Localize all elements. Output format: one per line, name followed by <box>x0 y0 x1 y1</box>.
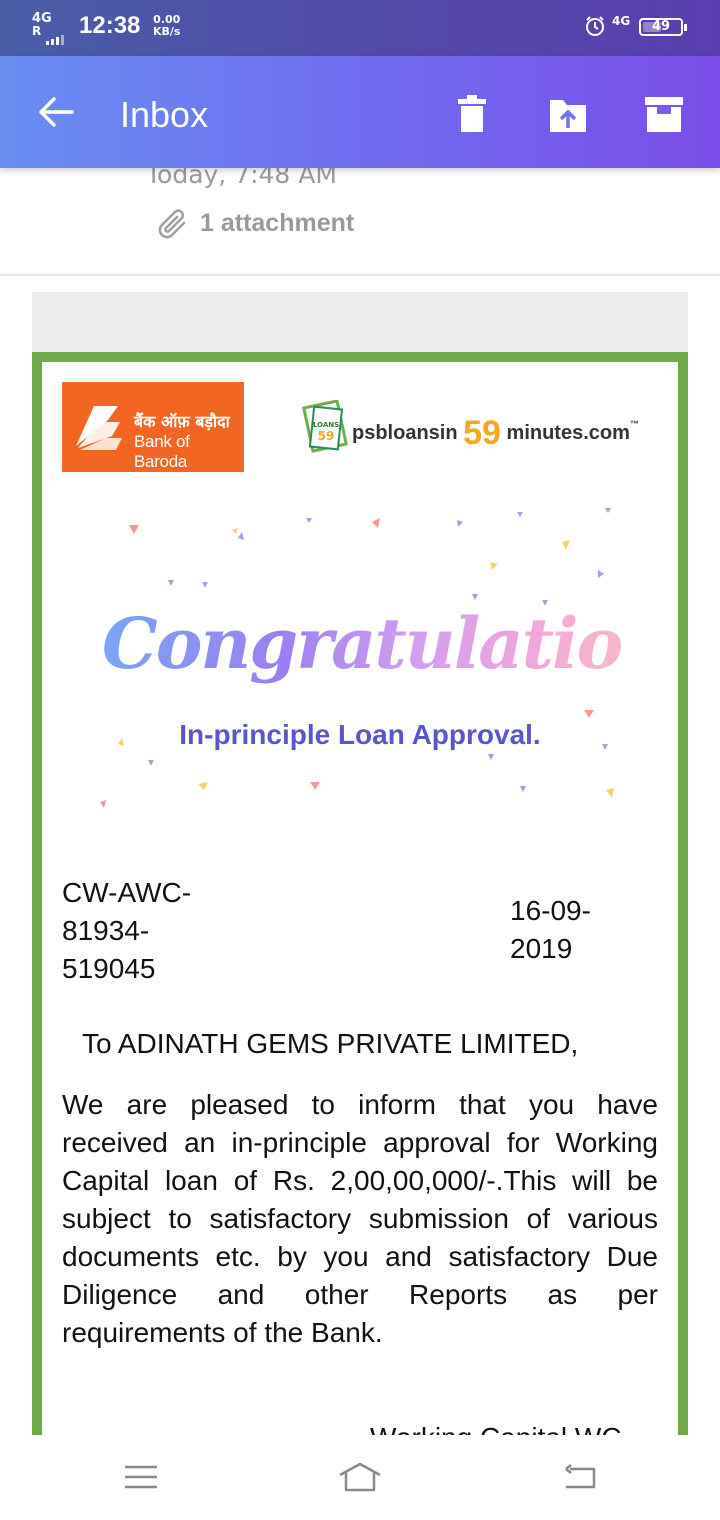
menu-icon[interactable] <box>121 1461 161 1493</box>
network-speed: 0.00 KB/s <box>153 14 180 38</box>
date-line: 2019 <box>510 933 573 964</box>
alarm-icon <box>586 16 604 36</box>
date-line: 16-09- <box>510 895 591 926</box>
home-icon[interactable] <box>336 1461 384 1493</box>
approval-paragraph: We are pleased to inform that you have r… <box>62 1089 658 1348</box>
approval-subheading: In-principle Loan Approval. <box>179 719 541 750</box>
letter-date: 16-09- 2019 <box>510 892 620 968</box>
speed-unit: KB/s <box>153 25 181 38</box>
confetti-decoration <box>100 508 614 808</box>
battery-level: 49 <box>651 19 671 34</box>
congratulations-heading: Congratulations <box>102 602 678 685</box>
clock: 12:38 <box>79 12 141 39</box>
paperclip-icon <box>158 209 186 239</box>
arrow-left-icon[interactable] <box>36 94 76 130</box>
status-bar: 4G R 12:38 0.00 KB/s 4G 49 <box>0 0 720 56</box>
email-card: बैंक ऑफ़ बड़ौदा Bank of Baroda LOANS 59 … <box>32 352 688 1442</box>
attachment-link[interactable]: 1 attachment <box>156 205 354 241</box>
ref-line: 81934- <box>62 915 150 946</box>
battery-tip <box>684 24 687 31</box>
move-to-folder-icon[interactable] <box>548 94 588 134</box>
delete-icon[interactable] <box>452 94 492 134</box>
attachment-label: 1 attachment <box>200 208 355 237</box>
recipient-line: To ADINATH GEMS PRIVATE LIMITED, <box>82 1028 579 1059</box>
reference-number: CW-AWC- 81934- 519045 <box>62 874 222 988</box>
network-type-right: 4G <box>612 14 631 28</box>
email-top-band <box>32 292 688 352</box>
ref-line: 519045 <box>62 953 156 984</box>
divider <box>0 274 720 276</box>
app-bar: Inbox <box>0 56 720 168</box>
page-title: Inbox <box>120 94 209 135</box>
back-icon[interactable] <box>560 1461 600 1493</box>
email-content: बैंक ऑफ़ बड़ौदा Bank of Baroda LOANS 59 … <box>42 362 678 1442</box>
archive-icon[interactable] <box>644 94 684 134</box>
signal-icon <box>46 26 66 45</box>
system-nav-bar <box>0 1435 720 1520</box>
ref-line: CW-AWC- <box>62 877 192 908</box>
battery-icon: 49 <box>639 18 687 36</box>
